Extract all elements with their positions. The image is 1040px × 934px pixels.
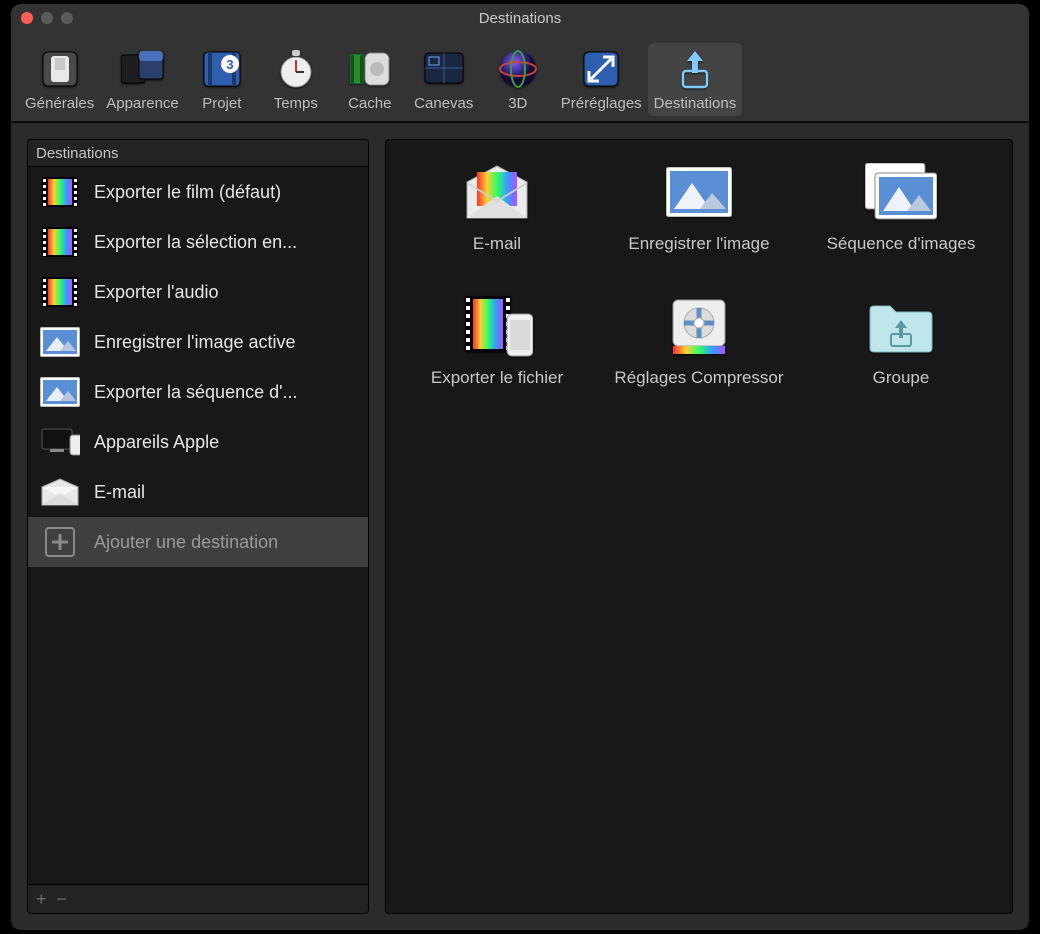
tab-label: 3D — [508, 95, 527, 112]
tab-label: Projet — [202, 95, 241, 112]
tab-general[interactable]: Générales — [19, 43, 100, 116]
minimize-window-button[interactable] — [41, 12, 53, 24]
close-window-button[interactable] — [21, 12, 33, 24]
folder-share-icon — [865, 294, 937, 358]
tab-label: Canevas — [414, 95, 473, 112]
destination-save-image[interactable]: Enregistrer l'image active — [28, 317, 368, 367]
window-controls — [21, 12, 73, 24]
preferences-window: Destinations Générales Apparence 3 Proje… — [11, 4, 1029, 930]
tab-canvas[interactable]: Canevas — [407, 43, 481, 116]
switch-icon — [38, 47, 82, 91]
template-label: Groupe — [873, 368, 930, 388]
photo-stack-icon — [865, 160, 937, 224]
sidebar-header: Destinations — [28, 140, 368, 167]
remove-button[interactable]: − — [57, 889, 68, 910]
tab-presets[interactable]: Préréglages — [555, 43, 648, 116]
template-label: Séquence d'images — [827, 234, 976, 254]
add-destination-label: Ajouter une destination — [94, 532, 360, 553]
template-label: Exporter le fichier — [431, 368, 563, 388]
template-save-image[interactable]: Enregistrer l'image — [598, 160, 800, 254]
tab-destinations[interactable]: Destinations — [648, 43, 743, 116]
filmstrip-icon — [40, 275, 80, 309]
destination-exporter-audio[interactable]: Exporter l'audio — [28, 267, 368, 317]
destination-label: E-mail — [94, 482, 360, 503]
plus-square-icon — [40, 525, 80, 559]
destinations-list: Exporter le film (défaut) Exporter la sé… — [28, 167, 368, 884]
tab-3d[interactable]: 3D — [481, 43, 555, 116]
tab-label: Préréglages — [561, 95, 642, 112]
tab-cache[interactable]: Cache — [333, 43, 407, 116]
template-email[interactable]: E-mail — [396, 160, 598, 254]
destination-label: Enregistrer l'image active — [94, 332, 360, 353]
template-image-sequence[interactable]: Séquence d'images — [800, 160, 1002, 254]
svg-text:3: 3 — [226, 57, 233, 72]
globe-3d-icon — [496, 47, 540, 91]
destination-exporter-selection[interactable]: Exporter la sélection en... — [28, 217, 368, 267]
destination-exporter-film[interactable]: Exporter le film (défaut) — [28, 167, 368, 217]
filmstrip-icon — [40, 225, 80, 259]
appearance-icon — [121, 47, 165, 91]
tab-project[interactable]: 3 Projet — [185, 43, 259, 116]
destination-label: Exporter la sélection en... — [94, 232, 360, 253]
content-area: Destinations Exporter le film (défaut) E… — [11, 123, 1029, 930]
compressor-icon — [663, 294, 735, 358]
resize-icon — [579, 47, 623, 91]
destination-templates-panel: E-mail Enregistrer l'image Séquence d'im… — [385, 139, 1013, 914]
photo-icon — [40, 375, 80, 409]
cache-icon — [348, 47, 392, 91]
preferences-toolbar: Générales Apparence 3 Projet Temps — [11, 32, 1029, 123]
destination-apple-devices[interactable]: Appareils Apple — [28, 417, 368, 467]
share-icon — [673, 47, 717, 91]
stopwatch-icon — [274, 47, 318, 91]
template-label: Réglages Compressor — [614, 368, 783, 388]
template-label: Enregistrer l'image — [628, 234, 769, 254]
tab-label: Générales — [25, 95, 94, 112]
titlebar: Destinations — [11, 4, 1029, 32]
destination-export-sequence[interactable]: Exporter la séquence d'... — [28, 367, 368, 417]
filmstrip-phone-icon — [461, 294, 533, 358]
envelope-large-icon — [461, 160, 533, 224]
window-title: Destinations — [479, 10, 562, 27]
destination-email[interactable]: E-mail — [28, 467, 368, 517]
project-icon: 3 — [200, 47, 244, 91]
zoom-window-button[interactable] — [61, 12, 73, 24]
photo-icon — [40, 325, 80, 359]
destination-label: Exporter la séquence d'... — [94, 382, 360, 403]
destination-label: Appareils Apple — [94, 432, 360, 453]
photo-large-icon — [663, 160, 735, 224]
template-group[interactable]: Groupe — [800, 294, 1002, 388]
tab-label: Cache — [348, 95, 391, 112]
destinations-sidebar: Destinations Exporter le film (défaut) E… — [27, 139, 369, 914]
sidebar-footer: + − — [28, 884, 368, 913]
tab-appearance[interactable]: Apparence — [100, 43, 185, 116]
tab-label: Destinations — [654, 95, 737, 112]
template-label: E-mail — [473, 234, 521, 254]
template-compressor-settings[interactable]: Réglages Compressor — [598, 294, 800, 388]
tab-time[interactable]: Temps — [259, 43, 333, 116]
canvas-icon — [422, 47, 466, 91]
devices-icon — [40, 425, 80, 459]
tab-label: Temps — [274, 95, 318, 112]
filmstrip-icon — [40, 175, 80, 209]
destination-label: Exporter le film (défaut) — [94, 182, 360, 203]
tab-label: Apparence — [106, 95, 179, 112]
envelope-icon — [40, 475, 80, 509]
destination-label: Exporter l'audio — [94, 282, 360, 303]
add-button[interactable]: + — [36, 889, 47, 910]
add-destination-row[interactable]: Ajouter une destination — [28, 517, 368, 567]
template-export-file[interactable]: Exporter le fichier — [396, 294, 598, 388]
templates-grid: E-mail Enregistrer l'image Séquence d'im… — [396, 160, 1002, 388]
